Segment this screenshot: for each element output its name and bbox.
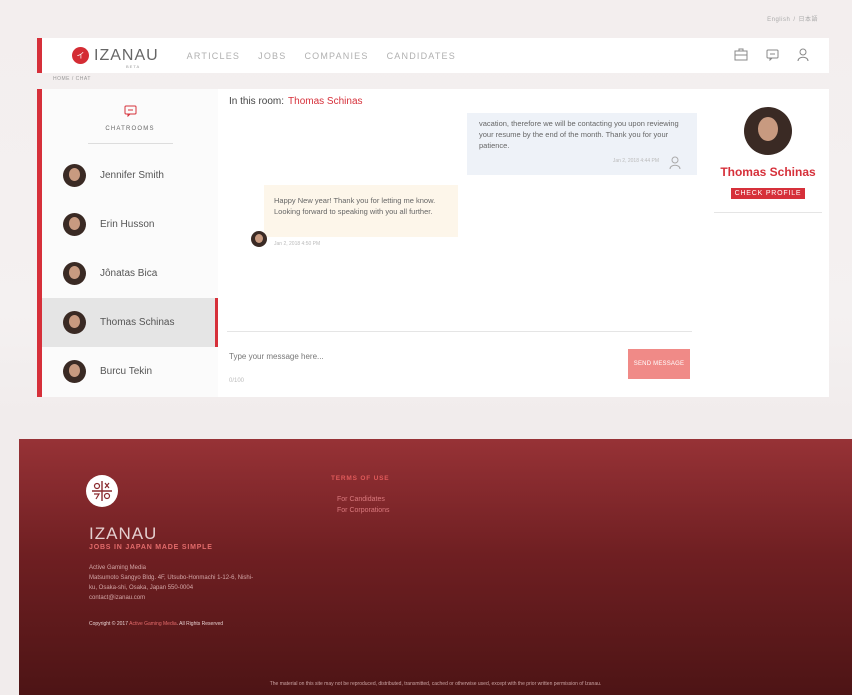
contact-item[interactable]: Jennifer Smith [42, 151, 218, 200]
send-message-button[interactable]: SEND MESSAGE [628, 349, 690, 379]
footer-address-line: ku, Osaka-shi, Osaka, Japan 550-0004 [89, 585, 194, 591]
header-actions [734, 48, 809, 64]
chatrooms-title: CHATROOMS [105, 126, 155, 132]
contact-name: Jennifer Smith [100, 170, 164, 181]
avatar [63, 311, 86, 334]
breadcrumb: HOME / CHAT [53, 76, 91, 82]
message-input[interactable] [229, 348, 629, 364]
footer-company: Active Gaming Media [89, 565, 147, 571]
character-counter: 0/100 [229, 378, 245, 384]
footer-disclaimer: The material on this site may not be rep… [269, 681, 602, 687]
footer-address-line: Matsumoto Sangyo Bldg. 4F, Utsubo-Honmac… [89, 575, 254, 581]
language-switcher: English / 日本語 [767, 14, 818, 23]
terms-candidates-link[interactable]: For Candidates [337, 494, 390, 505]
chat-panel: CHATROOMS Jennifer Smith Erin Husson Jôn… [37, 89, 829, 397]
copyright-prefix: Copyright © 2017 [89, 621, 128, 627]
contact-item[interactable]: Burcu Tekin [42, 347, 218, 396]
terms-links: For Candidates For Corporations [337, 494, 390, 516]
logo-text: IZANAU BETA [94, 46, 159, 69]
lang-japanese[interactable]: 日本語 [798, 17, 818, 23]
user-icon [669, 156, 681, 171]
footer-tagline: JOBS IN JAPAN MADE SIMPLE [89, 544, 213, 551]
avatar [63, 360, 86, 383]
contact-item[interactable]: Erin Husson [42, 200, 218, 249]
briefcase-icon[interactable] [734, 48, 748, 63]
site-logo[interactable]: イ IZANAU BETA [72, 46, 159, 69]
site-footer: IZANAU JOBS IN JAPAN MADE SIMPLE Active … [19, 439, 852, 695]
user-icon[interactable] [797, 48, 809, 64]
terms-corporations-link[interactable]: For Corporations [337, 505, 390, 516]
nav-jobs[interactable]: JOBS [258, 51, 286, 61]
outgoing-message: vacation, therefore we will be contactin… [467, 113, 697, 175]
chat-bubble-icon [42, 105, 218, 120]
room-label: In this room: [229, 96, 285, 107]
profile-name: Thomas Schinas [720, 165, 816, 179]
contact-item[interactable]: Jônatas Bica [42, 249, 218, 298]
participant-profile: Thomas Schinas CHECK PROFILE [714, 107, 822, 213]
logo-wordmark: IZANAU [94, 46, 159, 64]
lang-separator: / [793, 17, 796, 23]
copyright-suffix: . All Rights Reserved [176, 621, 224, 627]
terms-title: TERMS OF USE [331, 475, 390, 482]
chat-icon[interactable] [766, 49, 779, 63]
avatar [251, 231, 267, 247]
chatrooms-divider [87, 143, 173, 144]
copyright-company-link[interactable]: Active Gaming Media [129, 621, 177, 627]
check-profile-button[interactable]: CHECK PROFILE [730, 188, 806, 199]
avatar [63, 262, 86, 285]
contact-name: Jônatas Bica [100, 268, 158, 279]
room-title: In this room: Thomas Schinas [229, 96, 363, 107]
contact-item-active[interactable]: Thomas Schinas [42, 298, 218, 347]
avatar [744, 107, 792, 155]
contact-name: Erin Husson [100, 219, 155, 230]
nav-articles[interactable]: ARTICLES [187, 51, 240, 61]
nav-candidates[interactable]: CANDIDATES [387, 51, 456, 61]
profile-divider [714, 212, 822, 213]
avatar [63, 164, 86, 187]
chatrooms-sidebar: CHATROOMS Jennifer Smith Erin Husson Jôn… [42, 89, 218, 397]
footer-copyright: Copyright © 2017 Active Gaming Media. Al… [89, 621, 223, 627]
contact-list: Jennifer Smith Erin Husson Jônatas Bica … [42, 151, 218, 396]
main-nav: ARTICLES JOBS COMPANIES CANDIDATES [187, 51, 456, 61]
contact-name: Burcu Tekin [100, 366, 153, 377]
footer-brand: IZANAU [89, 524, 158, 543]
chatrooms-header: CHATROOMS [42, 89, 218, 144]
avatar [63, 213, 86, 236]
beta-badge: BETA [126, 63, 141, 69]
lang-english[interactable]: English [767, 17, 790, 23]
incoming-message-text: Happy New year! Thank you for letting me… [274, 196, 436, 216]
composer-divider [227, 331, 692, 332]
incoming-message-time: Jan 2, 2018 4:50 PM [274, 241, 321, 247]
incoming-message: Happy New year! Thank you for letting me… [264, 185, 458, 237]
nav-companies[interactable]: COMPANIES [304, 51, 368, 61]
footer-logo-icon [86, 475, 118, 507]
room-participant: Thomas Schinas [288, 96, 363, 107]
footer-address: Active Gaming Media Matsumoto Sangyo Bld… [89, 563, 253, 603]
top-navbar: イ IZANAU BETA ARTICLES JOBS COMPANIES CA… [37, 38, 829, 73]
contact-name: Thomas Schinas [100, 317, 175, 328]
logo-mark-icon: イ [72, 47, 89, 64]
outgoing-message-text: vacation, therefore we will be contactin… [479, 119, 679, 150]
outgoing-message-time: Jan 2, 2018 4:44 PM [612, 158, 659, 164]
footer-email[interactable]: contact@izanau.com [89, 593, 253, 603]
